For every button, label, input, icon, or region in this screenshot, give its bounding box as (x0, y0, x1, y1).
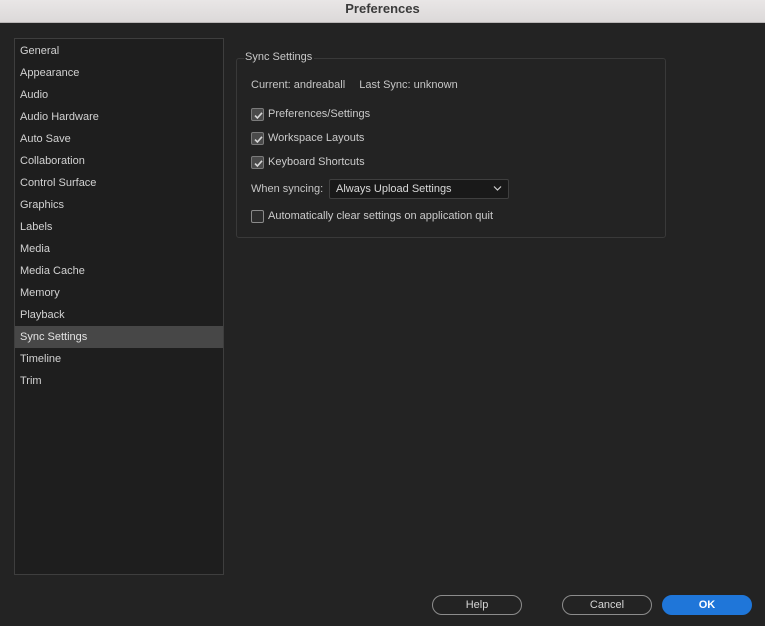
preferences-category-list[interactable]: General Appearance Audio Audio Hardware … (14, 38, 224, 575)
auto-clear-checkbox[interactable] (251, 209, 264, 223)
keyboard-shortcuts-checkbox[interactable] (251, 155, 264, 169)
when-syncing-label: When syncing: (251, 183, 324, 195)
sidebar-item-media[interactable]: Media (15, 238, 223, 260)
checkmark-icon (254, 111, 263, 119)
chevron-down-icon (493, 186, 502, 191)
workspace-layouts-checkbox-row[interactable]: Workspace Layouts (251, 131, 364, 145)
auto-clear-label: Automatically clear settings on applicat… (268, 210, 494, 222)
sync-settings-group-title: Sync Settings (244, 51, 315, 63)
last-sync-text: Last Sync: unknown (359, 79, 458, 91)
keyboard-shortcuts-checkbox-row[interactable]: Keyboard Shortcuts (251, 155, 365, 169)
sidebar-item-auto-save[interactable]: Auto Save (15, 128, 223, 150)
auto-clear-checkbox-row[interactable]: Automatically clear settings on applicat… (251, 209, 493, 223)
sidebar-item-trim[interactable]: Trim (15, 370, 223, 392)
cancel-button[interactable]: Cancel (562, 595, 652, 615)
sidebar-item-collaboration[interactable]: Collaboration (15, 150, 223, 172)
sidebar-item-sync-settings[interactable]: Sync Settings (15, 326, 223, 348)
current-user-text: Current: andreaball (251, 79, 346, 91)
sidebar-item-timeline[interactable]: Timeline (15, 348, 223, 370)
sidebar-item-general[interactable]: General (15, 40, 223, 62)
sidebar-item-audio-hardware[interactable]: Audio Hardware (15, 106, 223, 128)
sidebar-item-labels[interactable]: Labels (15, 216, 223, 238)
help-button[interactable]: Help (432, 595, 522, 615)
when-syncing-value: Always Upload Settings (336, 183, 452, 195)
window-title: Preferences (345, 1, 420, 16)
ok-button[interactable]: OK (662, 595, 752, 615)
sync-status-line: Current: andreaball Last Sync: unknown (251, 79, 458, 91)
window-title-bar: Preferences (0, 0, 765, 23)
sidebar-item-appearance[interactable]: Appearance (15, 62, 223, 84)
sidebar-item-audio[interactable]: Audio (15, 84, 223, 106)
workspace-layouts-label: Workspace Layouts (268, 132, 365, 144)
when-syncing-dropdown[interactable]: Always Upload Settings (329, 179, 509, 199)
sidebar-item-media-cache[interactable]: Media Cache (15, 260, 223, 282)
sidebar-item-playback[interactable]: Playback (15, 304, 223, 326)
sidebar-item-memory[interactable]: Memory (15, 282, 223, 304)
preferences-settings-checkbox[interactable] (251, 107, 264, 121)
checkmark-icon (254, 159, 263, 167)
sidebar-item-graphics[interactable]: Graphics (15, 194, 223, 216)
sidebar-item-control-surface[interactable]: Control Surface (15, 172, 223, 194)
checkmark-icon (254, 135, 263, 143)
preferences-settings-label: Preferences/Settings (268, 108, 371, 120)
workspace-layouts-checkbox[interactable] (251, 131, 264, 145)
keyboard-shortcuts-label: Keyboard Shortcuts (268, 156, 365, 168)
preferences-settings-checkbox-row[interactable]: Preferences/Settings (251, 107, 370, 121)
